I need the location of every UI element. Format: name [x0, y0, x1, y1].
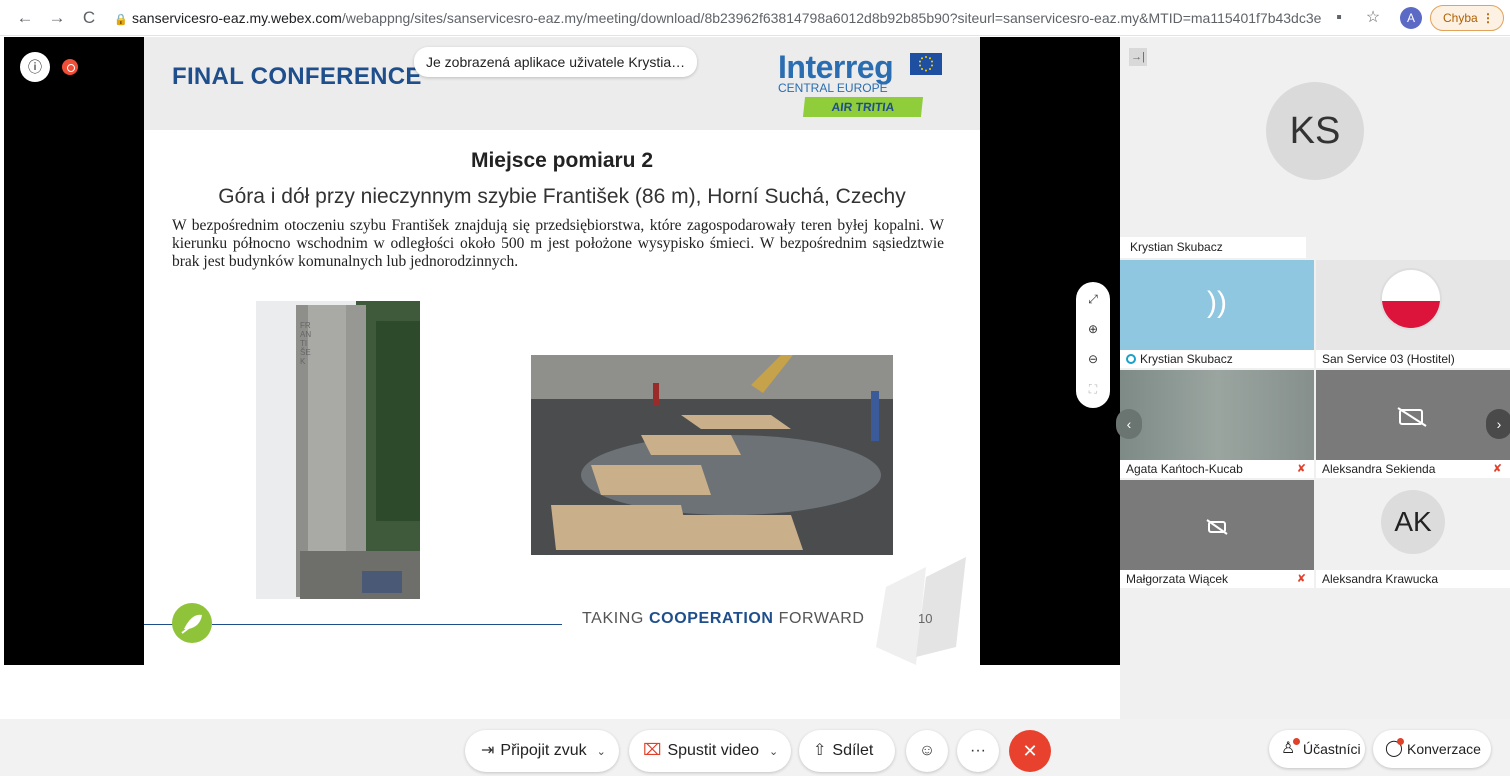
interreg-logo: Interreg CENTRAL EUROPE AIR TRITIA — [776, 49, 946, 121]
zoom-out-icon[interactable]: ⊖ — [1076, 344, 1110, 374]
participant-name: Aleksandra Krawucka — [1316, 570, 1510, 588]
start-video-button[interactable]: ⌧ Spustit video ⌄ — [629, 730, 791, 772]
fit-screen-icon[interactable]: ⤢ — [1076, 284, 1110, 314]
active-speaker-name: Krystian Skubacz — [1120, 237, 1306, 258]
meeting-info-icon[interactable]: ⓘ — [20, 52, 50, 82]
next-page-icon[interactable]: › — [1486, 409, 1510, 439]
participant-tile[interactable]: Agata Kańtoch-Kucab ✘ — [1120, 370, 1314, 478]
error-button[interactable]: Chyba ⋮ — [1430, 5, 1504, 31]
more-vert-icon: ⋮ — [1482, 11, 1494, 25]
bookmark-star-icon[interactable]: ☆ — [1362, 8, 1384, 28]
footer-divider — [144, 624, 174, 625]
lock-icon: 🔒 — [114, 14, 128, 26]
sharing-notice: Je zobrazená aplikace uživatele Krystia… — [414, 47, 698, 77]
active-speaker-avatar: KS — [1266, 82, 1364, 180]
chat-bubble-icon: ◯ — [1385, 740, 1403, 757]
zoom-controls: ⤢ ⊕ ⊖ ⛶ — [1076, 282, 1110, 408]
mine-shaft-tower-photo: FRANTIŠEK — [256, 301, 420, 599]
close-icon: ✕ — [1022, 741, 1038, 761]
slide-page-number: 10 — [918, 611, 933, 626]
slide-header-title: FINAL CONFERENCE — [172, 63, 422, 90]
video-off-icon: ⌧ — [643, 742, 662, 759]
browser-toolbar: ← → C 🔒 sanservicesro-eaz.my.webex.com/we… — [0, 0, 1510, 36]
slide-body-text: W bezpośrednim otoczeniu szybu František… — [172, 217, 944, 270]
speaking-indicator-icon: )) — [1207, 286, 1227, 319]
participants-button[interactable]: ♙ Účastníci — [1269, 730, 1365, 768]
muted-mic-icon: ✘ — [1492, 463, 1502, 475]
reload-icon[interactable]: C — [78, 8, 100, 28]
muted-mic-icon: ✘ — [1296, 463, 1306, 475]
participant-avatar: AK — [1381, 490, 1445, 554]
share-button[interactable]: ⇧ Sdílet — [799, 730, 895, 772]
footer-divider — [212, 624, 562, 625]
profile-avatar[interactable]: A — [1400, 7, 1422, 29]
back-icon[interactable]: ← — [14, 8, 36, 28]
join-audio-button[interactable]: ⇥ Připojit zvuk ⌄ — [465, 730, 619, 772]
url-host: sanservicesro-eaz.my.webex.com — [132, 10, 342, 26]
participant-tile[interactable]: )) Krystian Skubacz — [1120, 260, 1314, 368]
error-label: Chyba — [1443, 11, 1478, 25]
chevron-down-icon[interactable]: ⌄ — [597, 731, 606, 773]
tower-sign-text: FRANTIŠEK — [300, 321, 312, 366]
slide-title: Miejsce pomiaru 2 — [470, 149, 654, 172]
participant-tile[interactable]: Małgorzata Wiącek ✘ — [1120, 480, 1314, 588]
participants-icon: ♙ — [1281, 740, 1296, 757]
collapse-panel-icon[interactable]: →| — [1129, 48, 1147, 66]
participant-tile[interactable]: San Service 03 (Hostitel) — [1316, 260, 1510, 368]
address-bar[interactable]: 🔒 sanservicesro-eaz.my.webex.com/webappng… — [114, 4, 1322, 32]
share-icon: ⇧ — [813, 742, 827, 759]
rooftop-pallets-photo — [531, 355, 893, 555]
participant-name: Aleksandra Sekienda — [1322, 462, 1436, 476]
forward-icon[interactable]: → — [46, 8, 68, 28]
more-options-button[interactable]: ··· — [957, 730, 999, 772]
participant-tile[interactable]: Aleksandra Sekienda ✘ — [1316, 370, 1510, 478]
slide-subtitle: Góra i dół przy nieczynnym szybie Franti… — [218, 185, 906, 208]
participant-name: Krystian Skubacz — [1140, 352, 1233, 366]
recording-icon[interactable] — [62, 59, 78, 75]
chevron-down-icon[interactable]: ⌄ — [769, 731, 778, 773]
more-horizontal-icon: ··· — [970, 742, 986, 759]
camera-off-icon — [1316, 406, 1510, 428]
participant-name: Małgorzata Wiącek — [1126, 572, 1229, 586]
leaf-logo-icon — [172, 603, 212, 643]
participant-name: San Service 03 (Hostitel) — [1316, 350, 1510, 368]
leave-meeting-button[interactable]: ✕ — [1009, 730, 1051, 772]
fullscreen-icon[interactable]: ⛶ — [1076, 374, 1110, 404]
muted-mic-icon: ✘ — [1296, 573, 1306, 585]
footer-tagline: TAKING COOPERATION FORWARD — [582, 610, 865, 627]
poland-flag-avatar — [1380, 268, 1442, 330]
camera-off-icon — [1120, 516, 1314, 538]
footer-decoration — [856, 547, 980, 665]
audio-connect-icon: ⇥ — [481, 742, 495, 759]
url-path: /webappng/sites/sanservicesro-eaz.my/mee… — [341, 10, 1322, 26]
chat-button[interactable]: ◯ Konverzace — [1373, 730, 1491, 768]
participant-tile[interactable]: AK Aleksandra Krawucka — [1316, 480, 1510, 588]
audio-active-icon — [1126, 354, 1136, 364]
participant-name: Agata Kańtoch-Kucab — [1126, 462, 1243, 476]
previous-page-icon[interactable]: ‹ — [1116, 409, 1142, 439]
notification-dot — [1397, 738, 1404, 745]
eu-flag-icon — [910, 53, 942, 75]
shared-slide: FINAL CONFERENCE Interreg CENTRAL EUROPE… — [144, 37, 980, 665]
zoom-in-icon[interactable]: ⊕ — [1076, 314, 1110, 344]
notification-dot — [1293, 738, 1300, 745]
camera-blocked-icon[interactable]: ▪ — [1328, 8, 1350, 28]
reactions-button[interactable]: ☺ — [906, 730, 948, 772]
smiley-icon: ☺ — [918, 742, 936, 759]
